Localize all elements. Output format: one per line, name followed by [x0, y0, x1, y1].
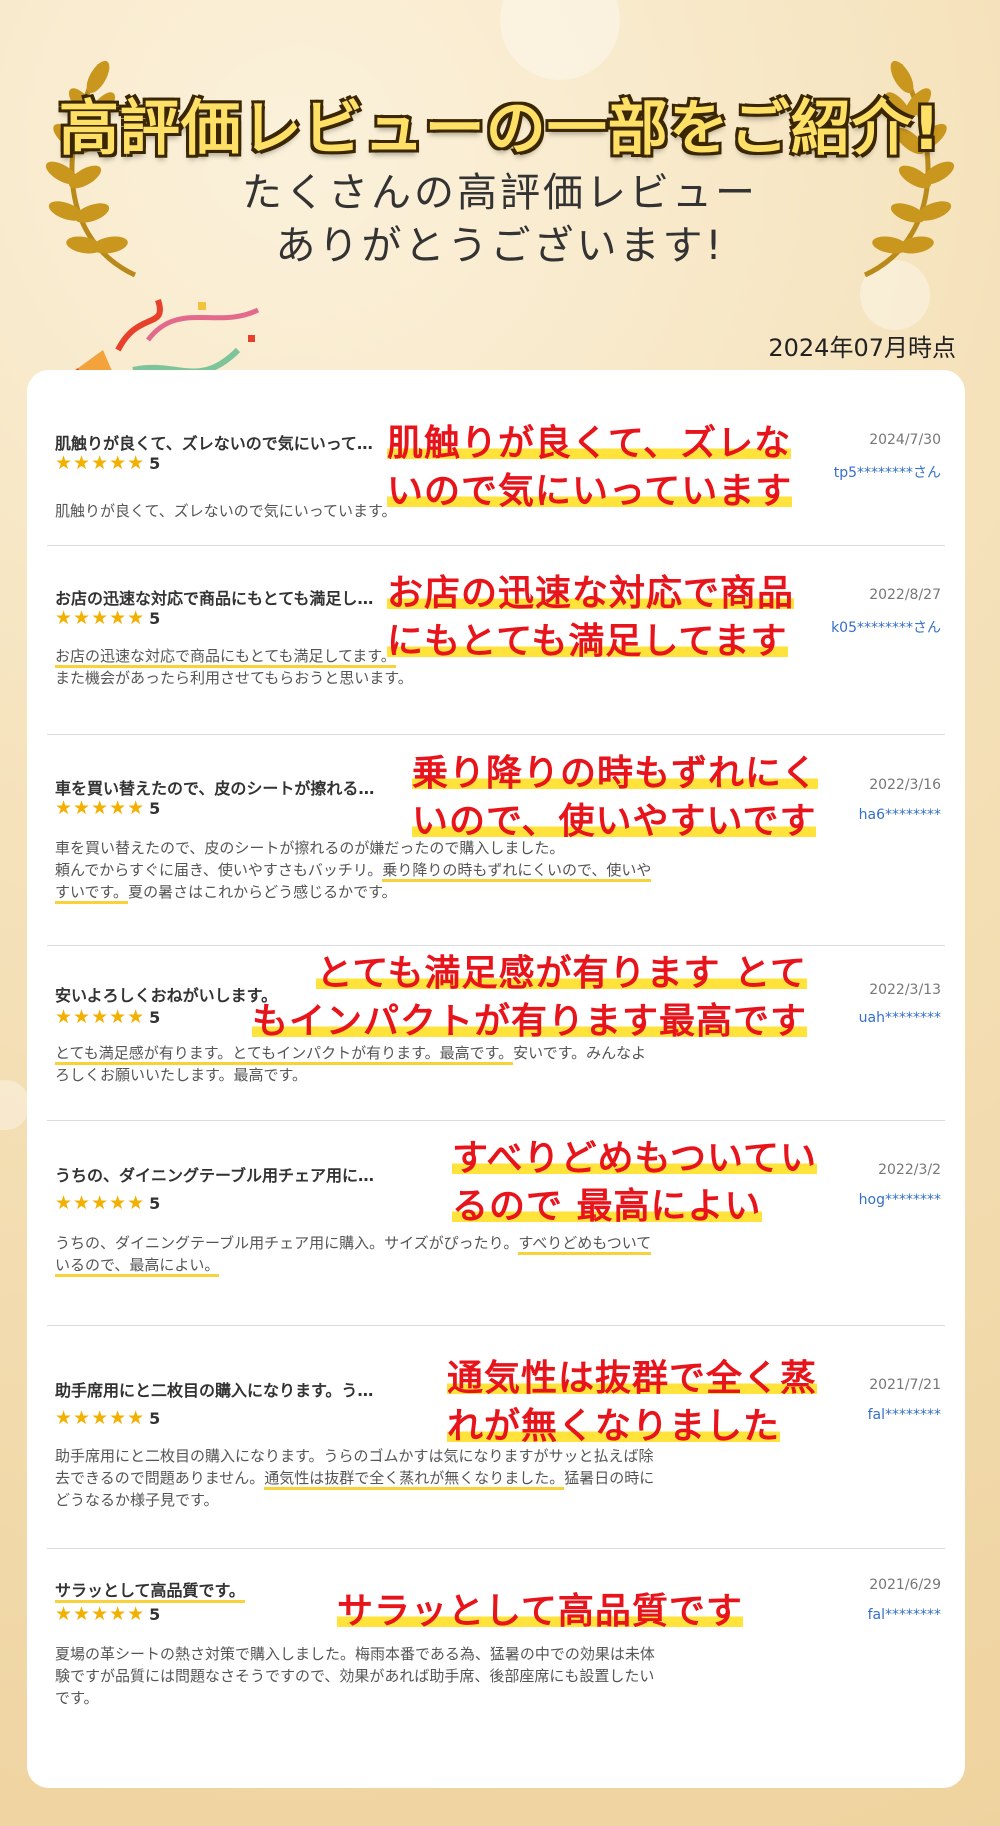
- review-date: 2021/6/29: [869, 1577, 941, 1593]
- rating-value: 5: [149, 1605, 161, 1624]
- star-rating: ★★★★★ 5: [55, 1407, 160, 1429]
- star-rating: ★★★★★ 5: [55, 1006, 160, 1028]
- reviewer-name: tp5********さん: [833, 465, 941, 481]
- star-icon: ★★★★★: [55, 452, 146, 474]
- star-rating: ★★★★★ 5: [55, 607, 160, 629]
- review-title[interactable]: 安いよろしくおねがいします。: [55, 982, 277, 1006]
- rating-value: 5: [149, 1194, 161, 1213]
- review-callout: 肌触りが良くて、ズレな いので気にいっています: [387, 423, 793, 512]
- divider: [47, 945, 945, 946]
- review-title[interactable]: うちの、ダイニングテーブル用チェア用に…: [55, 1162, 374, 1186]
- review-callout: サラッとして高品質です: [337, 1591, 743, 1632]
- review-callout: お店の迅速な対応で商品 にもとても満足してます: [387, 573, 795, 662]
- review-date: 2024/7/30: [869, 432, 941, 448]
- review-callout: 乗り降りの時もずれにく いので、使いやすいです: [412, 753, 819, 842]
- rating-value: 5: [149, 1008, 161, 1027]
- star-icon: ★★★★★: [55, 1006, 146, 1028]
- review-callout: すべりどめもついてい るので 最高によい: [452, 1138, 817, 1227]
- star-icon: ★★★★★: [55, 1407, 146, 1429]
- divider: [47, 1548, 945, 1549]
- bokeh-decoration: [500, 0, 620, 80]
- star-rating: ★★★★★ 5: [55, 452, 160, 474]
- star-icon: ★★★★★: [55, 607, 146, 629]
- review-callout: 通気性は抜群で全く蒸 れが無くなりました: [447, 1358, 818, 1447]
- review-body: うちの、ダイニングテーブル用チェア用に購入。サイズがぴったり。すべりどめもついて…: [55, 1232, 745, 1277]
- as-of-date: 2024年07月時点: [768, 334, 956, 362]
- review-card: 肌触りが良くて、ズレないので気にいって… 2024/7/30 ★★★★★ 5 tp…: [27, 370, 965, 1788]
- divider: [47, 1325, 945, 1326]
- divider: [47, 1120, 945, 1121]
- subheading-line-1: たくさんの高評価レビュー: [242, 170, 758, 216]
- star-rating: ★★★★★ 5: [55, 1603, 160, 1625]
- review-body: とても満足感が有ります。とてもインパクトが有ります。最高です。安いです。みんなよ…: [55, 1044, 647, 1084]
- review-date: 2022/3/16: [869, 777, 941, 793]
- star-icon: ★★★★★: [55, 1603, 146, 1625]
- review-title[interactable]: 助手席用にと二枚目の購入になります。う…: [55, 1377, 373, 1401]
- rating-value: 5: [149, 799, 161, 818]
- rating-value: 5: [149, 1409, 161, 1428]
- star-icon: ★★★★★: [55, 797, 146, 819]
- divider: [47, 734, 945, 735]
- subheading-line-2: ありがとうございます!: [275, 223, 725, 269]
- review-date: 2021/7/21: [869, 1377, 941, 1393]
- star-rating: ★★★★★ 5: [55, 1192, 160, 1214]
- reviewer-name: hog********: [858, 1192, 941, 1208]
- review-body: 車を買い替えたので、皮のシートが擦れるのが嫌だったので購入しました。 頼んでからす…: [55, 837, 745, 904]
- reviewer-name: ha6********: [858, 807, 941, 823]
- review-date: 2022/3/13: [869, 982, 941, 998]
- review-title[interactable]: お店の迅速な対応で商品にもとても満足し…: [55, 585, 373, 609]
- star-icon: ★★★★★: [55, 1192, 146, 1214]
- reviewer-name: fal********: [867, 1607, 941, 1623]
- reviewer-name: fal********: [867, 1407, 941, 1423]
- divider: [47, 545, 945, 546]
- review-date: 2022/8/27: [869, 587, 941, 603]
- rating-value: 5: [149, 609, 161, 628]
- review-body: 助手席用にと二枚目の購入になります。うらのゴムかすは気になりますがサッと払えば除…: [55, 1447, 655, 1509]
- review-date: 2022/3/2: [878, 1162, 941, 1178]
- rating-value: 5: [149, 454, 161, 473]
- review-title[interactable]: サラッとして高品質です。: [55, 1577, 245, 1603]
- bokeh-decoration: [0, 1080, 30, 1130]
- reviewer-name: k05********さん: [831, 620, 941, 636]
- review-body: 夏場の革シートの熱さ対策で購入しました。梅雨本番である為、猛暑の中での効果は未体…: [55, 1645, 655, 1707]
- review-callout: とても満足感が有ります とて もインパクトが有ります最高です: [252, 953, 808, 1042]
- reviewer-name: uah********: [858, 1010, 941, 1026]
- review-title[interactable]: 肌触りが良くて、ズレないので気にいって…: [55, 430, 373, 454]
- review-title[interactable]: 車を買い替えたので、皮のシートが擦れる…: [55, 775, 374, 799]
- page-headline: 高評価レビューの一部をご紹介!: [58, 94, 942, 164]
- star-rating: ★★★★★ 5: [55, 797, 160, 819]
